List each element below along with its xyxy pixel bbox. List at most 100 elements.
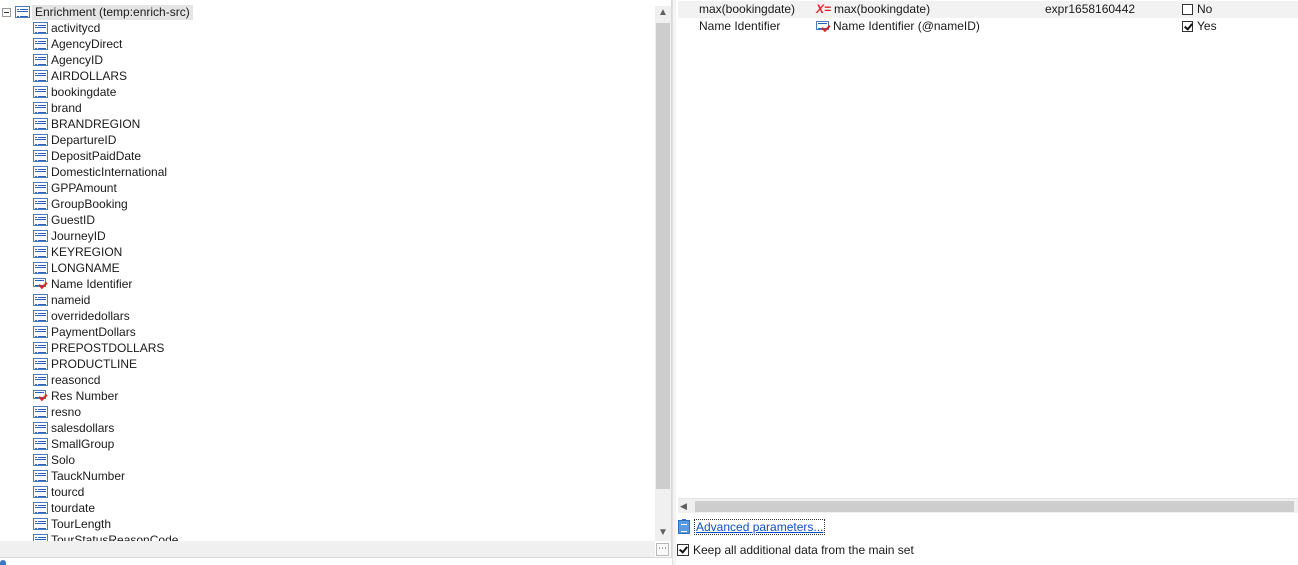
field-icon	[33, 54, 48, 66]
tree-item[interactable]: brand	[33, 100, 178, 116]
advanced-parameters: Advanced parameters...	[678, 519, 826, 535]
grid-row[interactable]: Name Identifier Name Identifier (@nameID…	[678, 18, 1298, 35]
scroll-up-icon[interactable]: ▲	[655, 6, 671, 20]
status-icon	[0, 560, 6, 565]
table-icon	[15, 6, 30, 18]
tree-item-label: GroupBooking	[51, 197, 128, 211]
field-icon	[33, 102, 48, 114]
tree-item-label: DepartureID	[51, 133, 117, 147]
tree-item[interactable]: DepositPaidDate	[33, 148, 178, 164]
tree-item[interactable]: tourdate	[33, 500, 178, 516]
tree-item[interactable]: bookingdate	[33, 84, 178, 100]
tree-item-label: AgencyDirect	[51, 37, 123, 51]
panel-splitter[interactable]	[672, 0, 676, 565]
grid-cell-source-text: Name Identifier (@nameID)	[833, 19, 980, 33]
keep-data-label: Keep all additional data from the main s…	[693, 543, 914, 557]
tree-item[interactable]: activitycd	[33, 20, 178, 36]
field-icon	[33, 438, 48, 450]
collapse-icon[interactable]	[2, 7, 11, 17]
tree-item[interactable]: GPPAmount	[33, 180, 178, 196]
tree-item[interactable]: JourneyID	[33, 228, 178, 244]
keep-data-option: Keep all additional data from the main s…	[677, 543, 914, 557]
tree-item[interactable]: SmallGroup	[33, 436, 178, 452]
tree-item[interactable]: DomesticInternational	[33, 164, 178, 180]
tree-item[interactable]: tourcd	[33, 484, 178, 500]
tree-item-label: bookingdate	[51, 85, 117, 99]
grid-cell-name: max(bookingdate)	[699, 2, 796, 16]
tree-item[interactable]: GuestID	[33, 212, 178, 228]
flag-label: No	[1197, 2, 1213, 16]
key-field-icon	[33, 390, 48, 402]
field-icon	[33, 310, 48, 322]
tree-horizontal-scrollbar[interactable]	[0, 541, 655, 557]
tree-item-label: GuestID	[51, 213, 96, 227]
field-icon	[33, 358, 48, 370]
tree-item[interactable]: reasoncd	[33, 372, 178, 388]
tree-item[interactable]: PRODUCTLINE	[33, 356, 178, 372]
field-icon	[33, 230, 48, 242]
field-icon	[33, 470, 48, 482]
tree-item-label: GPPAmount	[51, 181, 117, 195]
tree-item[interactable]: nameid	[33, 292, 178, 308]
tree-item[interactable]: AgencyID	[33, 52, 178, 68]
more-options-icon[interactable]: ⋯	[656, 543, 669, 556]
tree-item-label: PaymentDollars	[51, 325, 136, 339]
field-icon	[33, 22, 48, 34]
field-icon	[33, 70, 48, 82]
row-checkbox[interactable]	[1182, 21, 1193, 32]
scroll-down-icon[interactable]: ▼	[655, 526, 671, 540]
grid-cell-flag: No	[1182, 1, 1212, 18]
tree-vertical-scrollbar[interactable]: ▲ ▼	[655, 6, 671, 541]
advanced-parameters-link[interactable]: Advanced parameters...	[694, 519, 826, 535]
grid-row[interactable]: max(bookingdate) X= max(bookingdate) exp…	[678, 1, 1298, 18]
tree-item[interactable]: TourStatusReasonCode	[33, 532, 178, 541]
tree-item-label: DepositPaidDate	[51, 149, 142, 163]
field-icon	[33, 38, 48, 50]
field-icon	[33, 214, 48, 226]
grid-cell-source: X= max(bookingdate)	[816, 1, 930, 18]
tree-item[interactable]: KEYREGION	[33, 244, 178, 260]
tree-item-label: tourcd	[51, 485, 85, 499]
field-icon	[33, 118, 48, 130]
scroll-left-icon[interactable]: ◀	[680, 499, 692, 514]
tree-item[interactable]: AgencyDirect	[33, 36, 178, 52]
tree-item-label: activitycd	[51, 21, 101, 35]
key-field-icon	[33, 278, 48, 290]
tree-item[interactable]: TourLength	[33, 516, 178, 532]
field-icon	[33, 246, 48, 258]
tree-item[interactable]: Name Identifier	[33, 276, 178, 292]
field-icon	[33, 326, 48, 338]
tree-item[interactable]: LONGNAME	[33, 260, 178, 276]
tree-item[interactable]: resno	[33, 404, 178, 420]
mapping-grid: max(bookingdate) X= max(bookingdate) exp…	[678, 0, 1298, 498]
field-icon	[33, 182, 48, 194]
tree-item[interactable]: DepartureID	[33, 132, 178, 148]
tree-item[interactable]: TauckNumber	[33, 468, 178, 484]
tree-item-label: TauckNumber	[51, 469, 126, 483]
enrichment-editor: Enrichment (temp:enrich-src) activitycd A…	[0, 0, 1298, 565]
tree-item[interactable]: GroupBooking	[33, 196, 178, 212]
tree-root-node[interactable]: Enrichment (temp:enrich-src)	[0, 4, 193, 20]
tree-item[interactable]: PREPOSTDOLLARS	[33, 340, 178, 356]
row-checkbox[interactable]	[1182, 4, 1193, 15]
tree-item-label: brand	[51, 101, 82, 115]
keep-data-checkbox[interactable]	[677, 544, 689, 556]
grid-cell-name: Name Identifier	[699, 19, 781, 33]
field-icon	[33, 262, 48, 274]
scroll-thumb[interactable]	[656, 23, 670, 489]
field-icon	[33, 198, 48, 210]
tree-item-label: TourLength	[51, 517, 112, 531]
tree-item[interactable]: Solo	[33, 452, 178, 468]
tree-item-label: Name Identifier	[51, 277, 133, 291]
tree-item[interactable]: salesdollars	[33, 420, 178, 436]
tree-item[interactable]: overridedollars	[33, 308, 178, 324]
scroll-thumb[interactable]	[695, 501, 1294, 512]
tree-item-label: nameid	[51, 293, 91, 307]
grid-horizontal-scrollbar[interactable]: ◀	[678, 498, 1298, 513]
tree-item[interactable]: PaymentDollars	[33, 324, 178, 340]
tree-item[interactable]: Res Number	[33, 388, 178, 404]
field-icon	[33, 342, 48, 354]
field-icon	[33, 454, 48, 466]
tree-item[interactable]: AIRDOLLARS	[33, 68, 178, 84]
tree-item[interactable]: BRANDREGION	[33, 116, 178, 132]
